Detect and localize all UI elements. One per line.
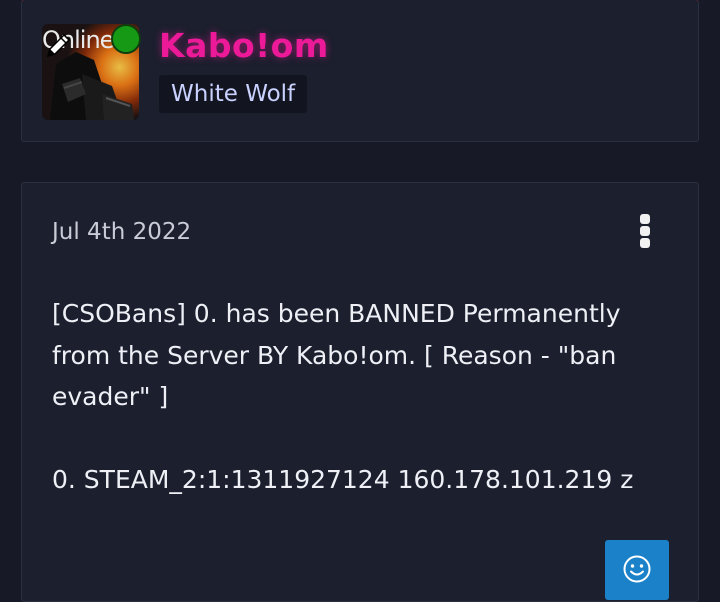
online-status-indicator	[111, 24, 141, 54]
profile-card: Online Kabo!om White Wolf	[21, 0, 699, 142]
post-date[interactable]: Jul 4th 2022	[52, 219, 191, 245]
post-line: from the Server BY Kabo!om. [ Reason - "…	[52, 340, 617, 370]
post-menu-button[interactable]	[634, 214, 656, 248]
post-line: evader" ]	[52, 382, 169, 411]
post-card: Jul 4th 2022 [CSOBans] 0. has been BANNE…	[21, 182, 699, 602]
smiley-icon	[623, 555, 651, 583]
username[interactable]: Kabo!om	[159, 26, 329, 65]
pencil-icon[interactable]	[43, 29, 75, 61]
post-line: [CSOBans] 0. has been BANNED Permanently	[52, 299, 621, 328]
post-line: 0. STEAM_2:1:1311927124 160.178.101.219 …	[52, 464, 634, 494]
vertical-ellipsis-icon	[640, 214, 650, 224]
user-title-badge: White Wolf	[159, 75, 308, 113]
post-body: [CSOBans] 0. has been BANNED Permanently…	[52, 293, 672, 500]
reaction-button[interactable]	[605, 540, 669, 600]
